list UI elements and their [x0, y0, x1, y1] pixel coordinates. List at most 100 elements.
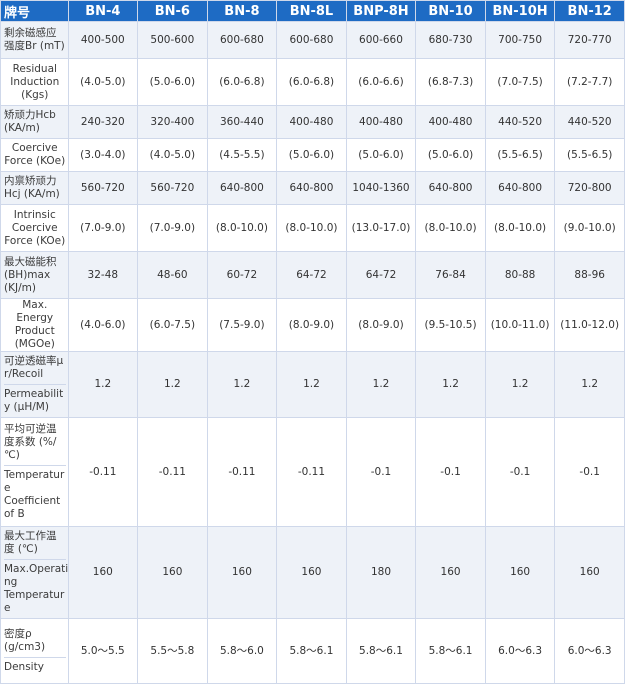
value-cell: 76-84	[416, 252, 485, 298]
value-cell: 160	[207, 527, 277, 618]
table-row: Residual Induction (Kgs) (4.0-5.0) (5.0-6.0)…	[1, 59, 624, 105]
value-cell: (8.0-10.0)	[277, 205, 346, 251]
row-label-part: Temperatur e Coefficient of B	[4, 465, 66, 524]
value-cell: (7.0-9.0)	[138, 205, 207, 251]
value-cell: (7.0-7.5)	[485, 59, 555, 105]
value-cell: 1040-1360	[346, 172, 416, 204]
row-label: Max. Energy Product (MGOe)	[1, 299, 68, 351]
value-cell: 1.2	[207, 352, 277, 417]
header-cell: BN-10H	[485, 1, 555, 21]
value-cell: -0.1	[346, 418, 416, 526]
table-row: 矫顽力Hcb (KA/m) 240-320 320-400 360-440 400-480…	[1, 106, 624, 138]
value-cell: 1.2	[68, 352, 138, 417]
value-cell: (8.0-9.0)	[346, 299, 416, 351]
value-cell: 160	[555, 527, 624, 618]
value-cell: (6.8-7.3)	[416, 59, 485, 105]
table-row: Coercive Force (KOe) (3.0-4.0) (4.0-5.0) (4.…	[1, 139, 624, 171]
row-label: 最大磁能积 (BH)max (KJ/m)	[1, 252, 68, 298]
value-cell: (8.0-10.0)	[416, 205, 485, 251]
row-label-part: 密度ρ (g/cm3)	[4, 628, 46, 653]
row-label: 可逆透磁率μ r/Recoil Permeabilit y (μH/M)	[1, 352, 68, 417]
row-label: 内禀矫顽力 Hcj (KA/m)	[1, 172, 68, 204]
value-cell: 600-680	[277, 22, 346, 58]
header-cell: BN-8L	[277, 1, 346, 21]
header-cell: BN-12	[555, 1, 624, 21]
row-label-part: Density	[4, 657, 66, 677]
table-header-row: 牌号 BN-4 BN-6 BN-8 BN-8L BNP-8H BN-10 BN-…	[1, 1, 624, 21]
value-cell: (6.0-6.8)	[207, 59, 277, 105]
value-cell: 640-800	[277, 172, 346, 204]
value-cell: (4.5-5.5)	[207, 139, 277, 171]
value-cell: (9.0-10.0)	[555, 205, 624, 251]
value-cell: 64-72	[346, 252, 416, 298]
row-label: 平均可逆温 度系数 (%/℃) Temperatur e Coefficient of B	[1, 418, 68, 526]
value-cell: (8.0-10.0)	[207, 205, 277, 251]
value-cell: 720-800	[555, 172, 624, 204]
header-cell: BN-8	[207, 1, 277, 21]
magnet-grade-table: 牌号 BN-4 BN-6 BN-8 BN-8L BNP-8H BN-10 BN-…	[0, 0, 625, 684]
value-cell: 1.2	[138, 352, 207, 417]
value-cell: 640-800	[485, 172, 555, 204]
value-cell: -0.1	[485, 418, 555, 526]
value-cell: 160	[416, 527, 485, 618]
value-cell: 60-72	[207, 252, 277, 298]
value-cell: 400-480	[416, 106, 485, 138]
value-cell: (5.0-6.0)	[346, 139, 416, 171]
row-label-part: Permeabilit y (μH/M)	[4, 384, 66, 417]
row-label: 密度ρ (g/cm3) Density	[1, 619, 68, 683]
value-cell: (7.2-7.7)	[555, 59, 624, 105]
value-cell: 1.2	[485, 352, 555, 417]
value-cell: 440-520	[555, 106, 624, 138]
value-cell: 160	[68, 527, 138, 618]
value-cell: 32-48	[68, 252, 138, 298]
value-cell: 720-770	[555, 22, 624, 58]
table-row: 密度ρ (g/cm3) Density 5.0～5.5 5.5～5.8 5.8～6.0 5.…	[1, 619, 624, 683]
value-cell: (5.5-6.5)	[485, 139, 555, 171]
value-cell: 440-520	[485, 106, 555, 138]
value-cell: 80-88	[485, 252, 555, 298]
table-row: 剩余磁感应 强度Br (mT) 400-500 500-600 600-680 600-6…	[1, 22, 624, 58]
value-cell: 160	[485, 527, 555, 618]
value-cell: (3.0-4.0)	[68, 139, 138, 171]
header-cell: BNP-8H	[346, 1, 416, 21]
table-row: Max. Energy Product (MGOe) (4.0-6.0) (6.0-7.…	[1, 299, 624, 351]
value-cell: (6.0-6.8)	[277, 59, 346, 105]
row-label: 剩余磁感应 强度Br (mT)	[1, 22, 68, 58]
value-cell: 640-800	[416, 172, 485, 204]
table-row: Intrinsic Coercive Force (KOe) (7.0-9.0) (7.…	[1, 205, 624, 251]
value-cell: 560-720	[68, 172, 138, 204]
row-label: Intrinsic Coercive Force (KOe)	[1, 205, 68, 251]
value-cell: 500-600	[138, 22, 207, 58]
row-label: 最大工作温度 (℃) Max.Operati ng Temperatur e	[1, 527, 68, 618]
row-label: 矫顽力Hcb (KA/m)	[1, 106, 68, 138]
value-cell: (4.0-5.0)	[68, 59, 138, 105]
header-cell: BN-10	[416, 1, 485, 21]
value-cell: (7.5-9.0)	[207, 299, 277, 351]
value-cell: 160	[277, 527, 346, 618]
value-cell: (9.5-10.5)	[416, 299, 485, 351]
value-cell: 64-72	[277, 252, 346, 298]
value-cell: 400-480	[346, 106, 416, 138]
value-cell: 680-730	[416, 22, 485, 58]
value-cell: -0.11	[68, 418, 138, 526]
value-cell: 1.2	[346, 352, 416, 417]
value-cell: (6.0-7.5)	[138, 299, 207, 351]
value-cell: 240-320	[68, 106, 138, 138]
value-cell: (4.0-5.0)	[138, 139, 207, 171]
value-cell: 640-800	[207, 172, 277, 204]
table-row: 最大工作温度 (℃) Max.Operati ng Temperatur e 160 160…	[1, 527, 624, 618]
value-cell: (8.0-10.0)	[485, 205, 555, 251]
value-cell: (5.0-6.0)	[138, 59, 207, 105]
value-cell: 360-440	[207, 106, 277, 138]
value-cell: 1.2	[277, 352, 346, 417]
value-cell: 5.8～6.1	[346, 619, 416, 683]
value-cell: 400-480	[277, 106, 346, 138]
value-cell: (6.0-6.6)	[346, 59, 416, 105]
row-label-part: 平均可逆温 度系数 (%/℃)	[4, 423, 57, 461]
value-cell: 600-660	[346, 22, 416, 58]
value-cell: (7.0-9.0)	[68, 205, 138, 251]
value-cell: (4.0-6.0)	[68, 299, 138, 351]
value-cell: 5.8～6.1	[416, 619, 485, 683]
table-row: 平均可逆温 度系数 (%/℃) Temperatur e Coefficient of B…	[1, 418, 624, 526]
value-cell: 88-96	[555, 252, 624, 298]
